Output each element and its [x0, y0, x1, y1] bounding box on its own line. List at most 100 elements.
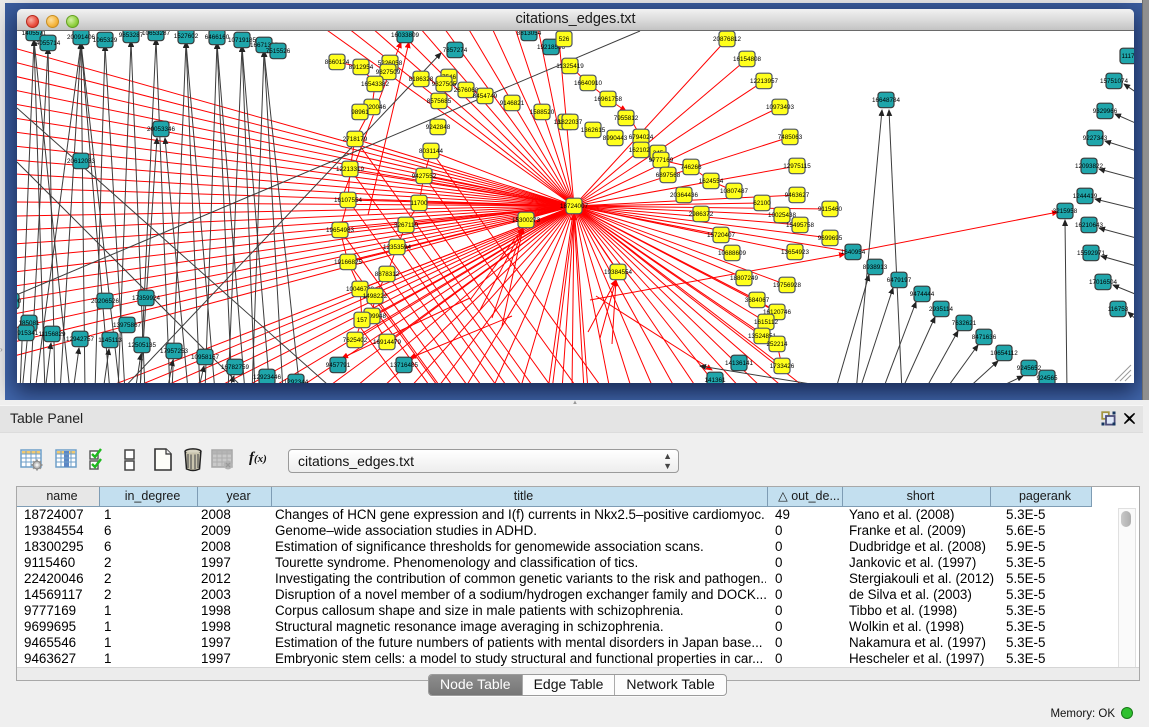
svg-text:19384554: 19384554	[604, 269, 633, 276]
svg-text:16107554: 16107554	[334, 197, 363, 204]
svg-text:10973493: 10973493	[766, 104, 795, 111]
svg-text:118090: 118090	[17, 298, 22, 305]
svg-text:16033809: 16033809	[391, 32, 420, 39]
svg-text:9245652: 9245652	[1017, 365, 1042, 372]
svg-text:2935114: 2935114	[929, 306, 954, 313]
svg-text:18807249: 18807249	[730, 275, 759, 282]
svg-text:12213957: 12213957	[750, 78, 779, 85]
svg-text:9227343: 9227343	[1083, 135, 1108, 142]
svg-text:1362615: 1362615	[581, 127, 606, 134]
svg-text:3267110: 3267110	[394, 222, 419, 229]
svg-text:9329966: 9329966	[1093, 108, 1118, 115]
svg-text:12942757: 12942757	[66, 336, 95, 343]
svg-text:8454749: 8454749	[473, 93, 498, 100]
svg-text:9474444: 9474444	[910, 291, 935, 298]
svg-text:6466160: 6466160	[205, 34, 230, 41]
svg-text:16648784: 16648784	[872, 97, 901, 104]
svg-text:6794024: 6794024	[629, 134, 654, 141]
svg-text:15300273: 15300273	[512, 217, 541, 224]
svg-text:9115460: 9115460	[818, 206, 843, 213]
svg-text:1527602: 1527602	[174, 33, 199, 40]
svg-text:7485063: 7485063	[778, 134, 803, 141]
svg-text:6897568: 6897568	[656, 172, 681, 179]
svg-text:15751074: 15751074	[1100, 78, 1129, 85]
svg-text:8938913: 8938913	[863, 264, 888, 271]
svg-text:11325419: 11325419	[556, 63, 584, 70]
svg-text:9146821: 9146821	[500, 100, 525, 107]
svg-text:9463627: 9463627	[785, 192, 810, 199]
svg-text:16782759: 16782759	[221, 364, 250, 371]
svg-text:9242848: 9242848	[426, 124, 451, 131]
svg-text:15495758: 15495758	[786, 222, 815, 229]
svg-text:19166825: 19166825	[334, 259, 363, 266]
svg-text:20053346: 20053346	[147, 126, 176, 133]
svg-text:17957253: 17957253	[160, 348, 189, 355]
svg-text:9457791: 9457791	[326, 362, 351, 369]
svg-text:98961: 98961	[351, 109, 369, 116]
svg-text:1822037: 1822037	[558, 119, 583, 126]
svg-text:1615112: 1615112	[754, 319, 779, 326]
svg-text:13975867: 13975867	[113, 322, 142, 329]
svg-text:1145113: 1145113	[98, 337, 122, 344]
svg-text:924565: 924565	[1036, 375, 1058, 382]
svg-text:16640910: 16640910	[574, 80, 603, 87]
svg-text:8031144: 8031144	[419, 148, 444, 155]
svg-text:9427552: 9427552	[412, 173, 437, 180]
svg-text:2986372: 2986372	[689, 211, 714, 218]
svg-text:16543382: 16543382	[361, 81, 390, 88]
svg-text:12505135: 12505135	[128, 342, 157, 349]
svg-text:20876812: 20876812	[713, 36, 742, 43]
svg-text:526: 526	[559, 36, 570, 43]
svg-text:15720407: 15720407	[707, 232, 736, 239]
svg-text:3915341: 3915341	[17, 330, 39, 337]
svg-text:8813054: 8813054	[517, 31, 542, 37]
svg-text:9699695: 9699695	[818, 235, 843, 242]
svg-text:8186328: 8186328	[409, 76, 434, 83]
svg-text:12213319: 12213319	[336, 166, 365, 173]
svg-text:20364436: 20364436	[670, 192, 699, 199]
svg-text:9777169: 9777169	[649, 157, 674, 164]
svg-text:19756928: 19756928	[773, 282, 802, 289]
svg-text:62100: 62100	[753, 200, 771, 207]
svg-text:7625402: 7625402	[343, 337, 368, 344]
svg-text:17016504: 17016504	[1089, 279, 1118, 286]
svg-text:11156829: 11156829	[38, 331, 66, 338]
svg-text:10958167: 10958167	[191, 354, 220, 361]
svg-text:17359924: 17359924	[132, 295, 161, 302]
svg-text:4055714: 4055714	[36, 40, 61, 47]
svg-text:1244419: 1244419	[1073, 193, 1098, 200]
svg-text:8660124: 8660124	[325, 59, 350, 66]
svg-text:14136141: 14136141	[725, 360, 754, 367]
svg-text:20091406: 20091406	[67, 34, 96, 41]
svg-text:9827509: 9827509	[376, 69, 401, 76]
svg-text:15592971: 15592971	[1077, 250, 1106, 257]
svg-text:9853287: 9853287	[119, 32, 144, 39]
svg-text:1733426: 1733426	[770, 363, 795, 370]
svg-text:12353594: 12353594	[383, 244, 412, 251]
svg-text:746266: 746266	[680, 164, 702, 171]
svg-text:2718179: 2718179	[343, 136, 368, 143]
svg-text:8471636: 8471636	[972, 334, 997, 341]
svg-text:8912954: 8912954	[349, 64, 374, 71]
svg-text:10688609: 10688609	[718, 250, 747, 257]
svg-text:1640954: 1640954	[841, 249, 866, 256]
svg-text:141361: 141361	[704, 377, 726, 383]
svg-text:8878312: 8878312	[375, 271, 400, 278]
svg-text:7515526: 7515526	[266, 48, 291, 55]
svg-text:20206526: 20206526	[91, 298, 120, 305]
svg-text:3215958: 3215958	[1053, 208, 1078, 215]
svg-text:16154808: 16154808	[733, 56, 762, 63]
svg-text:7955812: 7955812	[614, 115, 639, 122]
svg-text:1624554: 1624554	[699, 178, 724, 185]
svg-text:8990443: 8990443	[603, 135, 628, 142]
svg-text:19654983: 19654983	[326, 227, 355, 234]
svg-text:252214: 252214	[766, 341, 788, 348]
svg-text:116753: 116753	[1108, 306, 1129, 313]
svg-text:16210643: 16210643	[1075, 222, 1104, 229]
svg-text:12093822: 12093822	[1075, 163, 1104, 170]
svg-text:1498222: 1498222	[363, 293, 388, 300]
svg-text:18724007: 18724007	[560, 203, 589, 210]
svg-text:10654112: 10654112	[990, 350, 1018, 357]
svg-text:16961758: 16961758	[594, 96, 623, 103]
svg-text:12975115: 12975115	[783, 163, 811, 170]
